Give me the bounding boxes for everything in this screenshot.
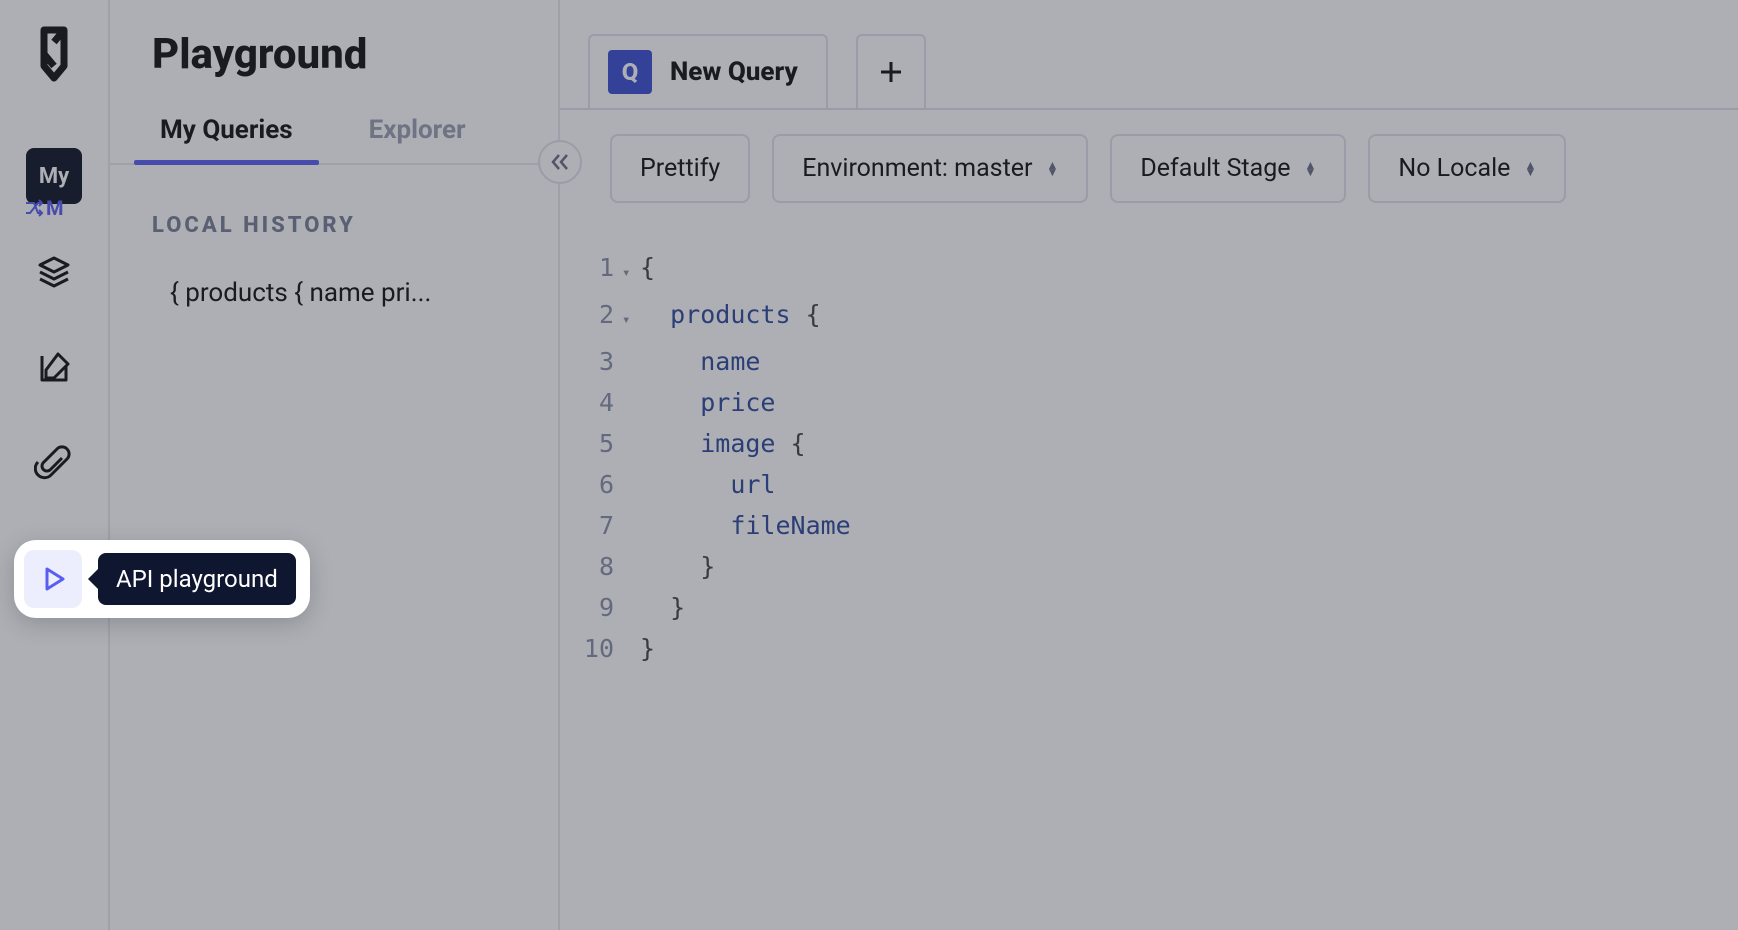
- code-line: 2▾ products {: [580, 294, 1738, 341]
- sort-icon: ▲▼: [1046, 162, 1058, 176]
- code-line: 10}: [580, 628, 1738, 669]
- environment-dropdown[interactable]: Environment: master▲▼: [772, 134, 1088, 203]
- sort-icon: ▲▼: [1305, 162, 1317, 176]
- edit-icon: [34, 348, 74, 388]
- my-label: My: [39, 164, 69, 189]
- editor-tab-label: New Query: [670, 57, 798, 87]
- editor-tabbar: Q New Query: [560, 0, 1738, 110]
- code-line: 3 name: [580, 341, 1738, 382]
- code-editor[interactable]: 1▾{2▾ products {3 name4 price5 image {6 …: [560, 227, 1738, 669]
- sort-icon: ▲▼: [1524, 162, 1536, 176]
- prettify-button[interactable]: Prettify: [610, 134, 750, 203]
- shuffle-icon: M: [24, 196, 64, 220]
- locale-dropdown[interactable]: No Locale▲▼: [1368, 134, 1566, 203]
- page-title: Playground: [110, 30, 558, 107]
- sidebar-item-attachment[interactable]: [26, 436, 82, 492]
- history-item[interactable]: { products { name pri...: [110, 268, 558, 318]
- code-line: 7 fileName: [580, 505, 1738, 546]
- code-line: 6 url: [580, 464, 1738, 505]
- sidebar-item-my[interactable]: My M: [26, 148, 82, 204]
- nav-rail: My M: [0, 0, 110, 930]
- editor-tab-active[interactable]: Q New Query: [588, 34, 828, 108]
- sidebar-panel: Playground My Queries Explorer LOCAL HIS…: [110, 0, 560, 930]
- layers-icon: [34, 252, 74, 292]
- local-history-label: LOCAL HISTORY: [110, 165, 558, 268]
- code-line: 9 }: [580, 587, 1738, 628]
- new-tab-button[interactable]: [856, 34, 926, 108]
- api-playground-button[interactable]: [24, 550, 82, 608]
- tooltip-text: API playground: [116, 565, 278, 593]
- plus-icon: [877, 58, 905, 86]
- tab-explorer[interactable]: Explorer: [361, 107, 474, 163]
- editor-toolbar: Prettify Environment: master▲▼ Default S…: [560, 110, 1738, 227]
- play-icon: [39, 565, 67, 593]
- code-line: 4 price: [580, 382, 1738, 423]
- sidebar-item-layers[interactable]: [26, 244, 82, 300]
- logo-icon: [30, 24, 78, 88]
- sidebar-item-edit[interactable]: [26, 340, 82, 396]
- sidebar-tabs: My Queries Explorer: [110, 107, 558, 165]
- chevron-double-left-icon: [549, 151, 571, 173]
- tab-my-queries[interactable]: My Queries: [152, 107, 301, 163]
- main-panel: Q New Query Prettify Environment: master…: [560, 0, 1738, 930]
- tooltip: API playground: [98, 553, 296, 605]
- highlight-callout: API playground: [14, 540, 310, 618]
- code-line: 1▾{: [580, 247, 1738, 294]
- code-line: 8 }: [580, 546, 1738, 587]
- query-badge: Q: [608, 50, 652, 94]
- stage-dropdown[interactable]: Default Stage▲▼: [1110, 134, 1346, 203]
- collapse-sidebar-button[interactable]: [538, 140, 582, 184]
- code-line: 5 image {: [580, 423, 1738, 464]
- paperclip-icon: [34, 444, 74, 484]
